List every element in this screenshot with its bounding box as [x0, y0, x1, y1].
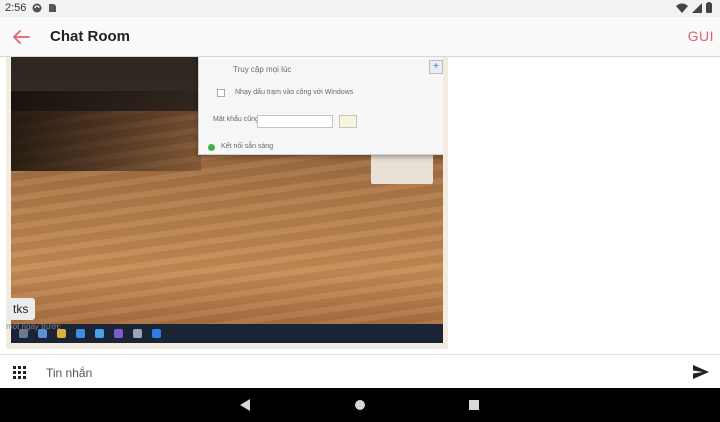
taskbar-app-icon	[152, 329, 161, 338]
key-icon	[339, 115, 357, 128]
embedded-dialog: Truy cập mọi lúc + Nhạy dấu trạm vào côn…	[198, 57, 443, 155]
image-shadow	[11, 91, 201, 171]
dialog-input	[257, 115, 333, 128]
signal-icon	[692, 2, 702, 13]
status-icons	[676, 2, 712, 13]
status-time: 2:56	[5, 2, 27, 14]
image-message[interactable]: Truy cập mọi lúc + Nhạy dấu trạm vào côn…	[6, 57, 448, 349]
chat-message-list[interactable]: Truy cập mọi lúc + Nhạy dấu trạm vào côn…	[0, 57, 720, 354]
home-circle-icon[interactable]	[354, 398, 366, 412]
grid-icon[interactable]	[13, 366, 26, 379]
message-composer	[0, 354, 720, 388]
dialog-checkbox	[217, 89, 225, 97]
page-title: Chat Room	[50, 28, 130, 45]
taskbar-app-icon	[76, 329, 85, 338]
image-taskbar	[11, 324, 443, 343]
dialog-title: Truy cập mọi lúc	[233, 65, 292, 74]
taskbar-app-icon	[133, 329, 142, 338]
status-bar: 2:56	[0, 0, 720, 17]
system-nav-bar	[0, 388, 720, 422]
battery-icon	[706, 2, 712, 13]
message-input[interactable]	[46, 363, 666, 383]
sd-card-icon	[49, 4, 56, 12]
taskbar-app-icon	[95, 329, 104, 338]
arrow-left-icon[interactable]	[10, 26, 32, 48]
image-box	[371, 154, 433, 184]
plus-icon: +	[429, 60, 443, 74]
app-bar: Chat Room GUI	[0, 17, 720, 57]
status-dot-icon	[208, 144, 215, 151]
recents-square-icon[interactable]	[468, 398, 480, 412]
dialog-status: Kết nối sẵn sàng	[221, 143, 274, 150]
text-message[interactable]: tks	[6, 298, 36, 320]
back-triangle-icon[interactable]	[239, 398, 251, 412]
send-icon[interactable]	[692, 363, 710, 381]
wifi-icon	[676, 3, 688, 13]
dialog-field-label: Mật khẩu cũng	[213, 116, 259, 123]
message-timestamp: một ngày trước	[6, 322, 61, 331]
send-action-button[interactable]: GUI	[688, 28, 714, 44]
taskbar-app-icon	[114, 329, 123, 338]
screenshot-image[interactable]: Truy cập mọi lúc + Nhạy dấu trạm vào côn…	[11, 57, 443, 343]
sync-icon	[32, 3, 42, 13]
dialog-checkbox-label: Nhạy dấu trạm vào công với Windows	[235, 89, 354, 96]
